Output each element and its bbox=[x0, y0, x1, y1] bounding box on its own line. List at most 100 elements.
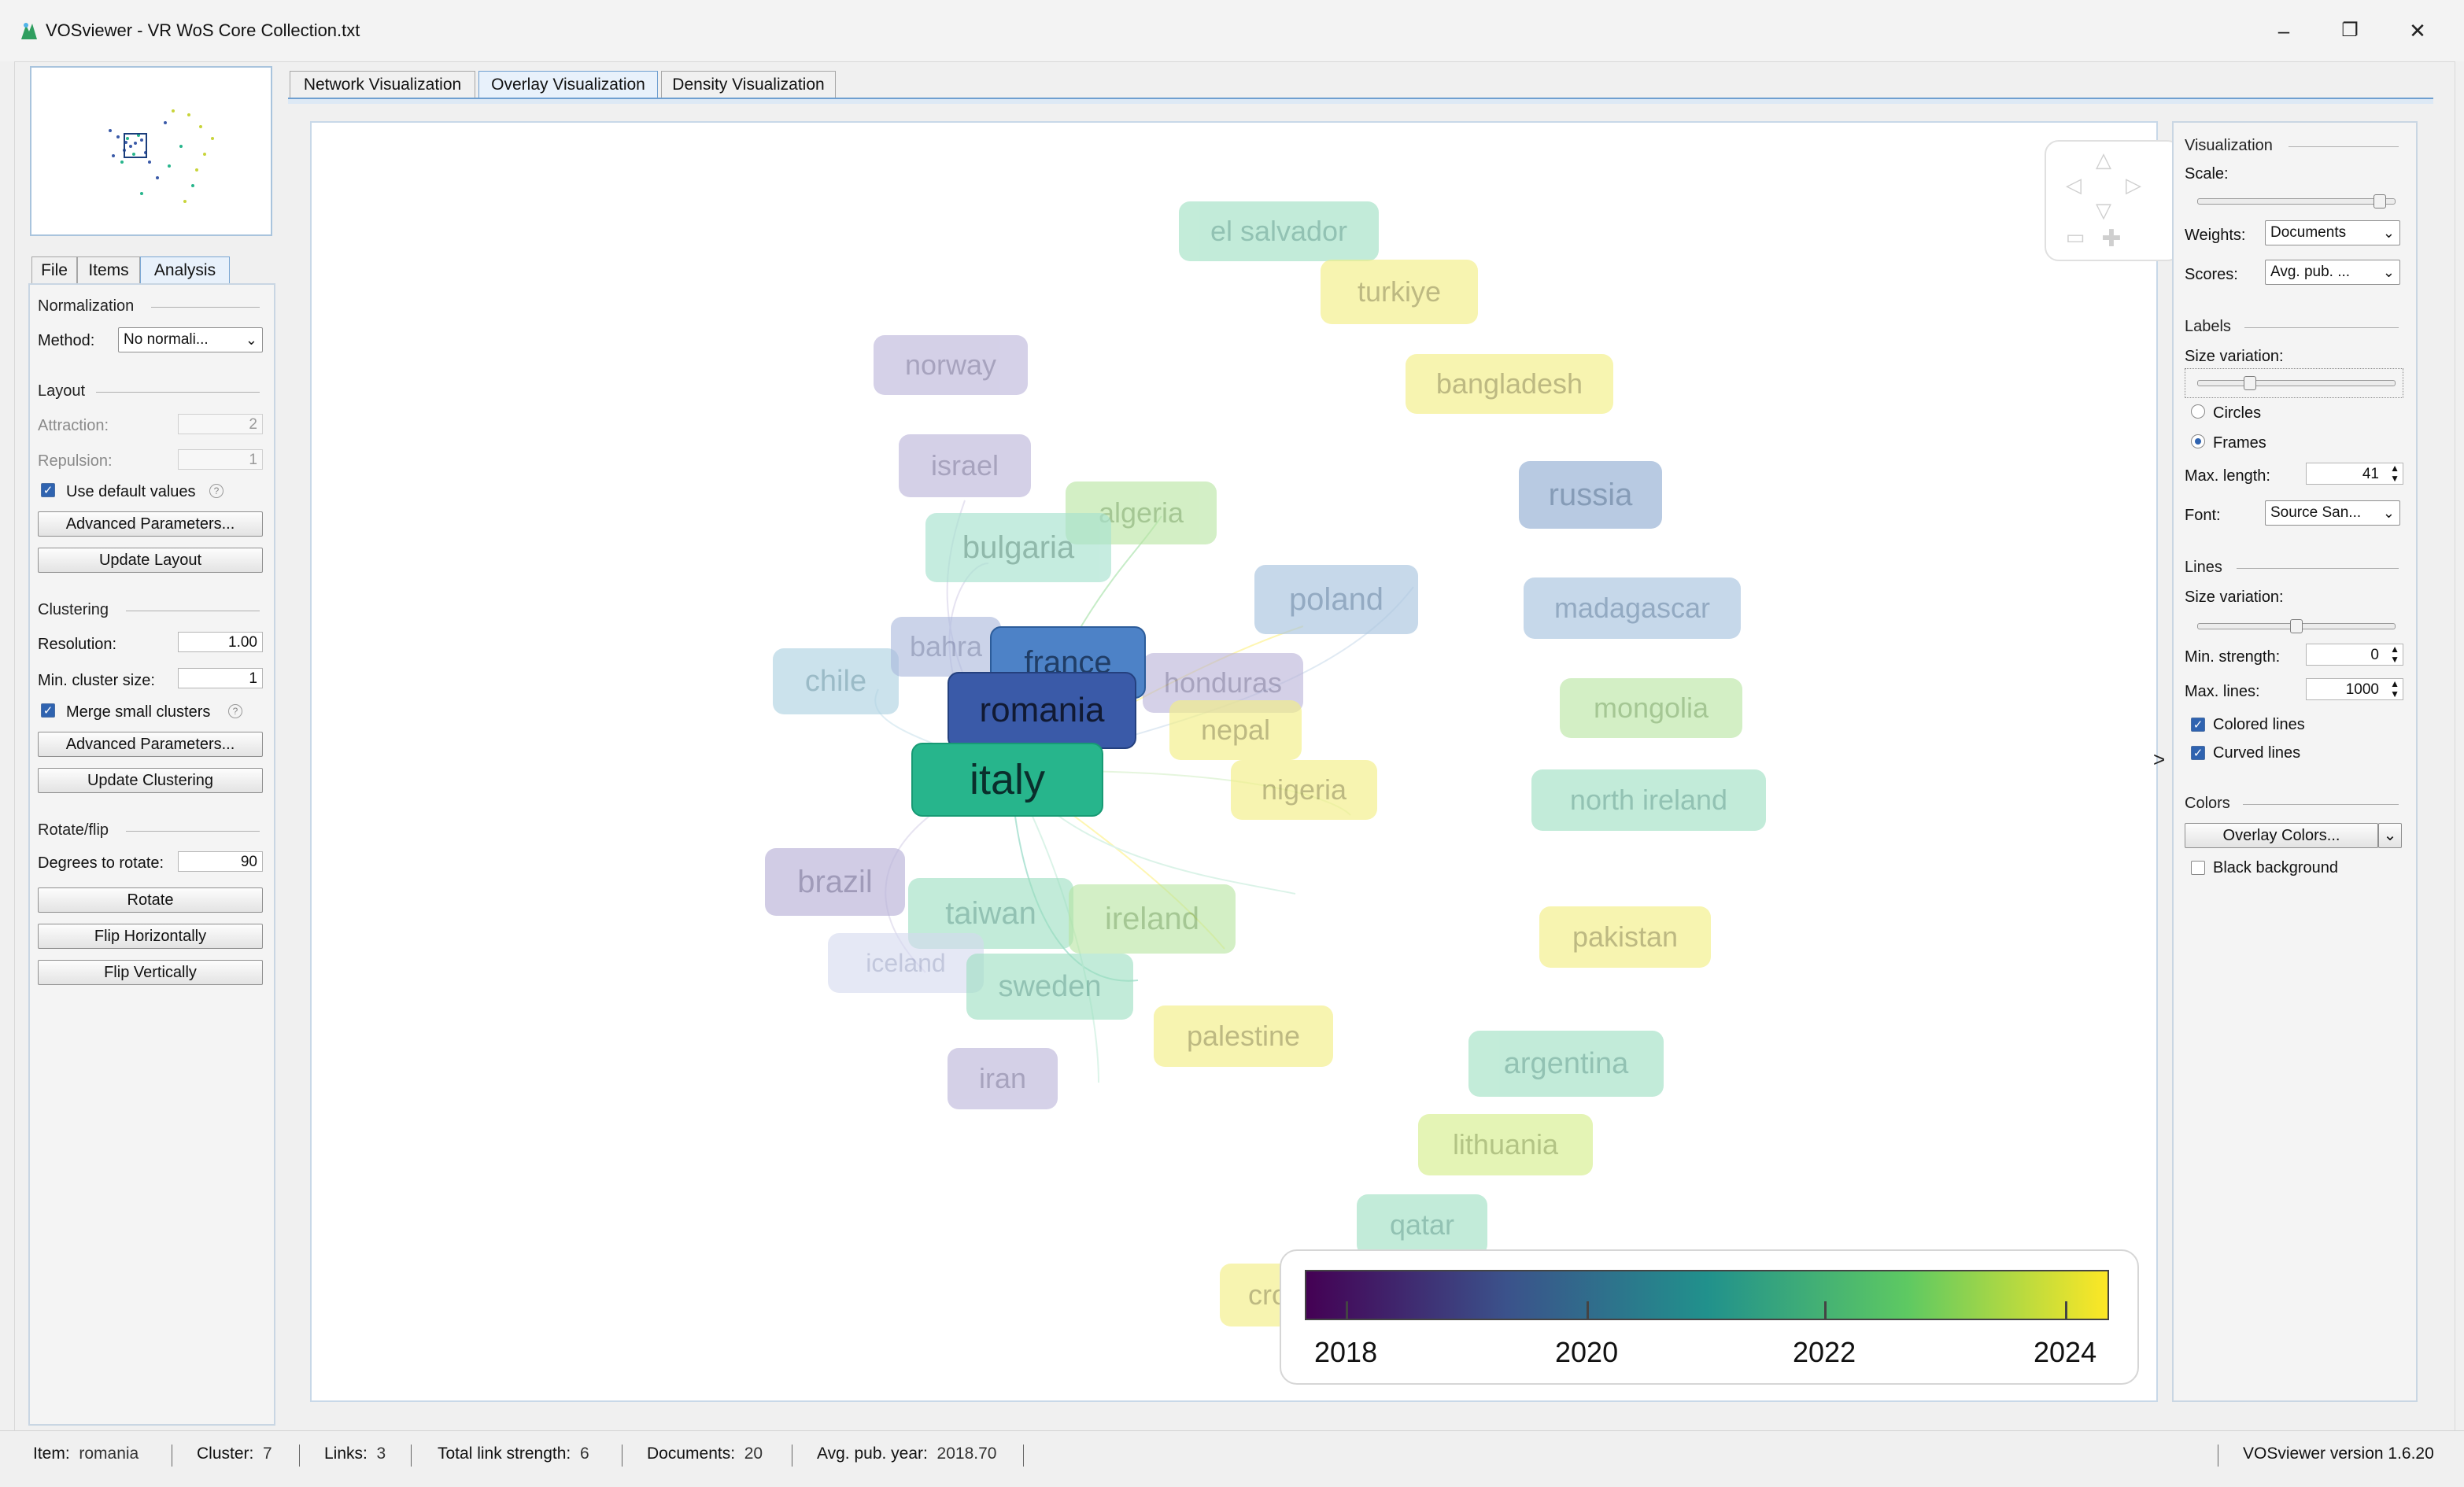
black-background-checkbox[interactable] bbox=[2191, 861, 2205, 875]
node-lithuania[interactable]: lithuania bbox=[1418, 1114, 1593, 1175]
legend-label-2024: 2024 bbox=[2034, 1336, 2097, 1368]
update-layout-button[interactable]: Update Layout bbox=[38, 548, 263, 573]
label-size-slider-knob[interactable] bbox=[2244, 376, 2256, 390]
scores-select[interactable]: Avg. pub. ... ⌄ bbox=[2265, 260, 2400, 285]
colored-lines-label: Colored lines bbox=[2213, 716, 2305, 733]
label-size-variation-label: Size variation: bbox=[2185, 348, 2284, 365]
node-nepal[interactable]: nepal bbox=[1169, 700, 1302, 760]
node-iceland[interactable]: iceland bbox=[828, 933, 984, 993]
node-north-ireland[interactable]: north ireland bbox=[1531, 769, 1766, 831]
node-qatar[interactable]: qatar bbox=[1357, 1194, 1487, 1256]
node-chile[interactable]: chile bbox=[773, 648, 899, 714]
node-ireland[interactable]: ireland bbox=[1069, 884, 1236, 954]
status-item-value: romania bbox=[79, 1445, 139, 1463]
node-russia[interactable]: russia bbox=[1519, 461, 1662, 529]
curved-lines-label: Curved lines bbox=[2213, 744, 2301, 762]
node-sweden[interactable]: sweden bbox=[966, 954, 1133, 1020]
tab-network-visualization[interactable]: Network Visualization bbox=[290, 71, 475, 98]
max-length-spinner[interactable]: 41 ▲ ▼ bbox=[2306, 463, 2403, 485]
max-length-label: Max. length: bbox=[2185, 467, 2270, 485]
curved-lines-checkbox[interactable]: ✓ bbox=[2191, 746, 2205, 760]
max-lines-spinner[interactable]: 1000 ▲ ▼ bbox=[2306, 678, 2403, 700]
line-size-slider-knob[interactable] bbox=[2290, 619, 2303, 633]
circles-label: Circles bbox=[2213, 404, 2262, 422]
spinner-arrows-icon[interactable]: ▲ ▼ bbox=[2390, 463, 2399, 484]
repulsion-field[interactable]: 1 bbox=[178, 449, 263, 470]
node-bulgaria[interactable]: bulgaria bbox=[925, 513, 1111, 582]
help-icon[interactable]: ? bbox=[228, 704, 242, 718]
use-default-checkbox[interactable]: ✓ bbox=[41, 483, 55, 497]
minimize-icon[interactable]: – bbox=[2252, 13, 2315, 49]
flip-horizontally-button[interactable]: Flip Horizontally bbox=[38, 924, 263, 949]
weights-select-value: Documents bbox=[2270, 224, 2347, 241]
tab-analysis[interactable]: Analysis bbox=[140, 256, 230, 286]
advanced-parameters-button[interactable]: Advanced Parameters... bbox=[38, 511, 263, 537]
update-clustering-button[interactable]: Update Clustering bbox=[38, 768, 263, 793]
collapse-panel-button[interactable]: > bbox=[2153, 747, 2165, 772]
pan-left-icon[interactable]: ◁ bbox=[2062, 173, 2085, 197]
zoom-in-icon[interactable]: ✚ bbox=[2100, 225, 2123, 252]
attraction-field[interactable]: 2 bbox=[178, 414, 263, 434]
merge-small-clusters-checkbox[interactable]: ✓ bbox=[41, 703, 55, 718]
node-romania[interactable]: romania bbox=[948, 672, 1136, 749]
visualization-canvas[interactable]: el salvador turkiye norway bangladesh is… bbox=[310, 121, 2158, 1402]
flip-vertically-button[interactable]: Flip Vertically bbox=[38, 960, 263, 985]
overview-thumbnail[interactable] bbox=[30, 66, 272, 236]
node-nigeria[interactable]: nigeria bbox=[1231, 760, 1377, 820]
node-bahra[interactable]: bahra bbox=[891, 617, 1001, 677]
resolution-field[interactable]: 1.00 bbox=[178, 632, 263, 652]
node-brazil[interactable]: brazil bbox=[765, 848, 905, 916]
node-argentina[interactable]: argentina bbox=[1468, 1031, 1664, 1097]
node-norway[interactable]: norway bbox=[874, 335, 1028, 395]
font-select[interactable]: Source San... ⌄ bbox=[2265, 500, 2400, 526]
node-palestine[interactable]: palestine bbox=[1154, 1005, 1333, 1067]
tab-file[interactable]: File bbox=[31, 256, 77, 284]
label-size-slider[interactable] bbox=[2197, 380, 2396, 386]
node-bangladesh[interactable]: bangladesh bbox=[1406, 354, 1613, 414]
legend-tick bbox=[1587, 1301, 1589, 1319]
scale-slider-knob[interactable] bbox=[2373, 194, 2387, 208]
node-iran[interactable]: iran bbox=[948, 1048, 1058, 1109]
node-madagascar[interactable]: madagascar bbox=[1524, 577, 1741, 639]
node-el-salvador[interactable]: el salvador bbox=[1179, 201, 1379, 261]
legend-label-2020: 2020 bbox=[1555, 1336, 1619, 1368]
tab-overlay-visualization[interactable]: Overlay Visualization bbox=[478, 71, 658, 98]
advanced-parameters-clustering-button[interactable]: Advanced Parameters... bbox=[38, 732, 263, 757]
overlay-colors-dropdown[interactable]: ⌄ bbox=[2378, 823, 2402, 848]
rotate-flip-header: Rotate/flip bbox=[38, 821, 109, 839]
node-italy[interactable]: italy bbox=[911, 743, 1103, 817]
weights-select[interactable]: Documents ⌄ bbox=[2265, 220, 2400, 245]
zoom-out-icon[interactable]: ▭ bbox=[2063, 225, 2087, 249]
tab-items[interactable]: Items bbox=[77, 256, 140, 284]
min-strength-spinner[interactable]: 0 ▲ ▼ bbox=[2306, 644, 2403, 666]
status-documents-value: 20 bbox=[744, 1445, 763, 1463]
rotate-button[interactable]: Rotate bbox=[38, 887, 263, 913]
weights-label: Weights: bbox=[2185, 227, 2246, 244]
pan-right-icon[interactable]: ▷ bbox=[2122, 173, 2145, 197]
min-cluster-size-field[interactable]: 1 bbox=[178, 668, 263, 688]
node-turkiye[interactable]: turkiye bbox=[1321, 260, 1478, 324]
spinner-arrows-icon[interactable]: ▲ ▼ bbox=[2390, 644, 2399, 665]
status-tls-value: 6 bbox=[579, 1445, 589, 1463]
method-select[interactable]: No normali... ⌄ bbox=[118, 327, 263, 352]
circles-radio[interactable] bbox=[2191, 404, 2205, 419]
node-pakistan[interactable]: pakistan bbox=[1539, 906, 1711, 968]
tab-density-visualization[interactable]: Density Visualization bbox=[661, 71, 836, 98]
scale-slider[interactable] bbox=[2197, 198, 2396, 205]
frames-radio[interactable] bbox=[2191, 434, 2205, 448]
overlay-colors-button[interactable]: Overlay Colors... bbox=[2185, 823, 2378, 848]
spinner-arrows-icon[interactable]: ▲ ▼ bbox=[2390, 679, 2399, 699]
pan-up-icon[interactable]: △ bbox=[2092, 148, 2115, 172]
status-avg-pub-year: Avg. pub. year: 2018.70 bbox=[817, 1445, 996, 1463]
node-mongolia[interactable]: mongolia bbox=[1560, 678, 1742, 738]
node-israel[interactable]: israel bbox=[899, 434, 1031, 497]
normalization-header: Normalization bbox=[38, 297, 135, 315]
pan-down-icon[interactable]: ▽ bbox=[2092, 198, 2115, 222]
colored-lines-checkbox[interactable]: ✓ bbox=[2191, 718, 2205, 732]
node-poland[interactable]: poland bbox=[1254, 565, 1418, 634]
min-strength-value: 0 bbox=[2370, 647, 2379, 663]
help-icon[interactable]: ? bbox=[209, 484, 223, 498]
close-icon[interactable]: ✕ bbox=[2386, 13, 2449, 49]
degrees-to-rotate-field[interactable]: 90 bbox=[178, 851, 263, 872]
restore-icon[interactable]: ❐ bbox=[2318, 13, 2381, 49]
